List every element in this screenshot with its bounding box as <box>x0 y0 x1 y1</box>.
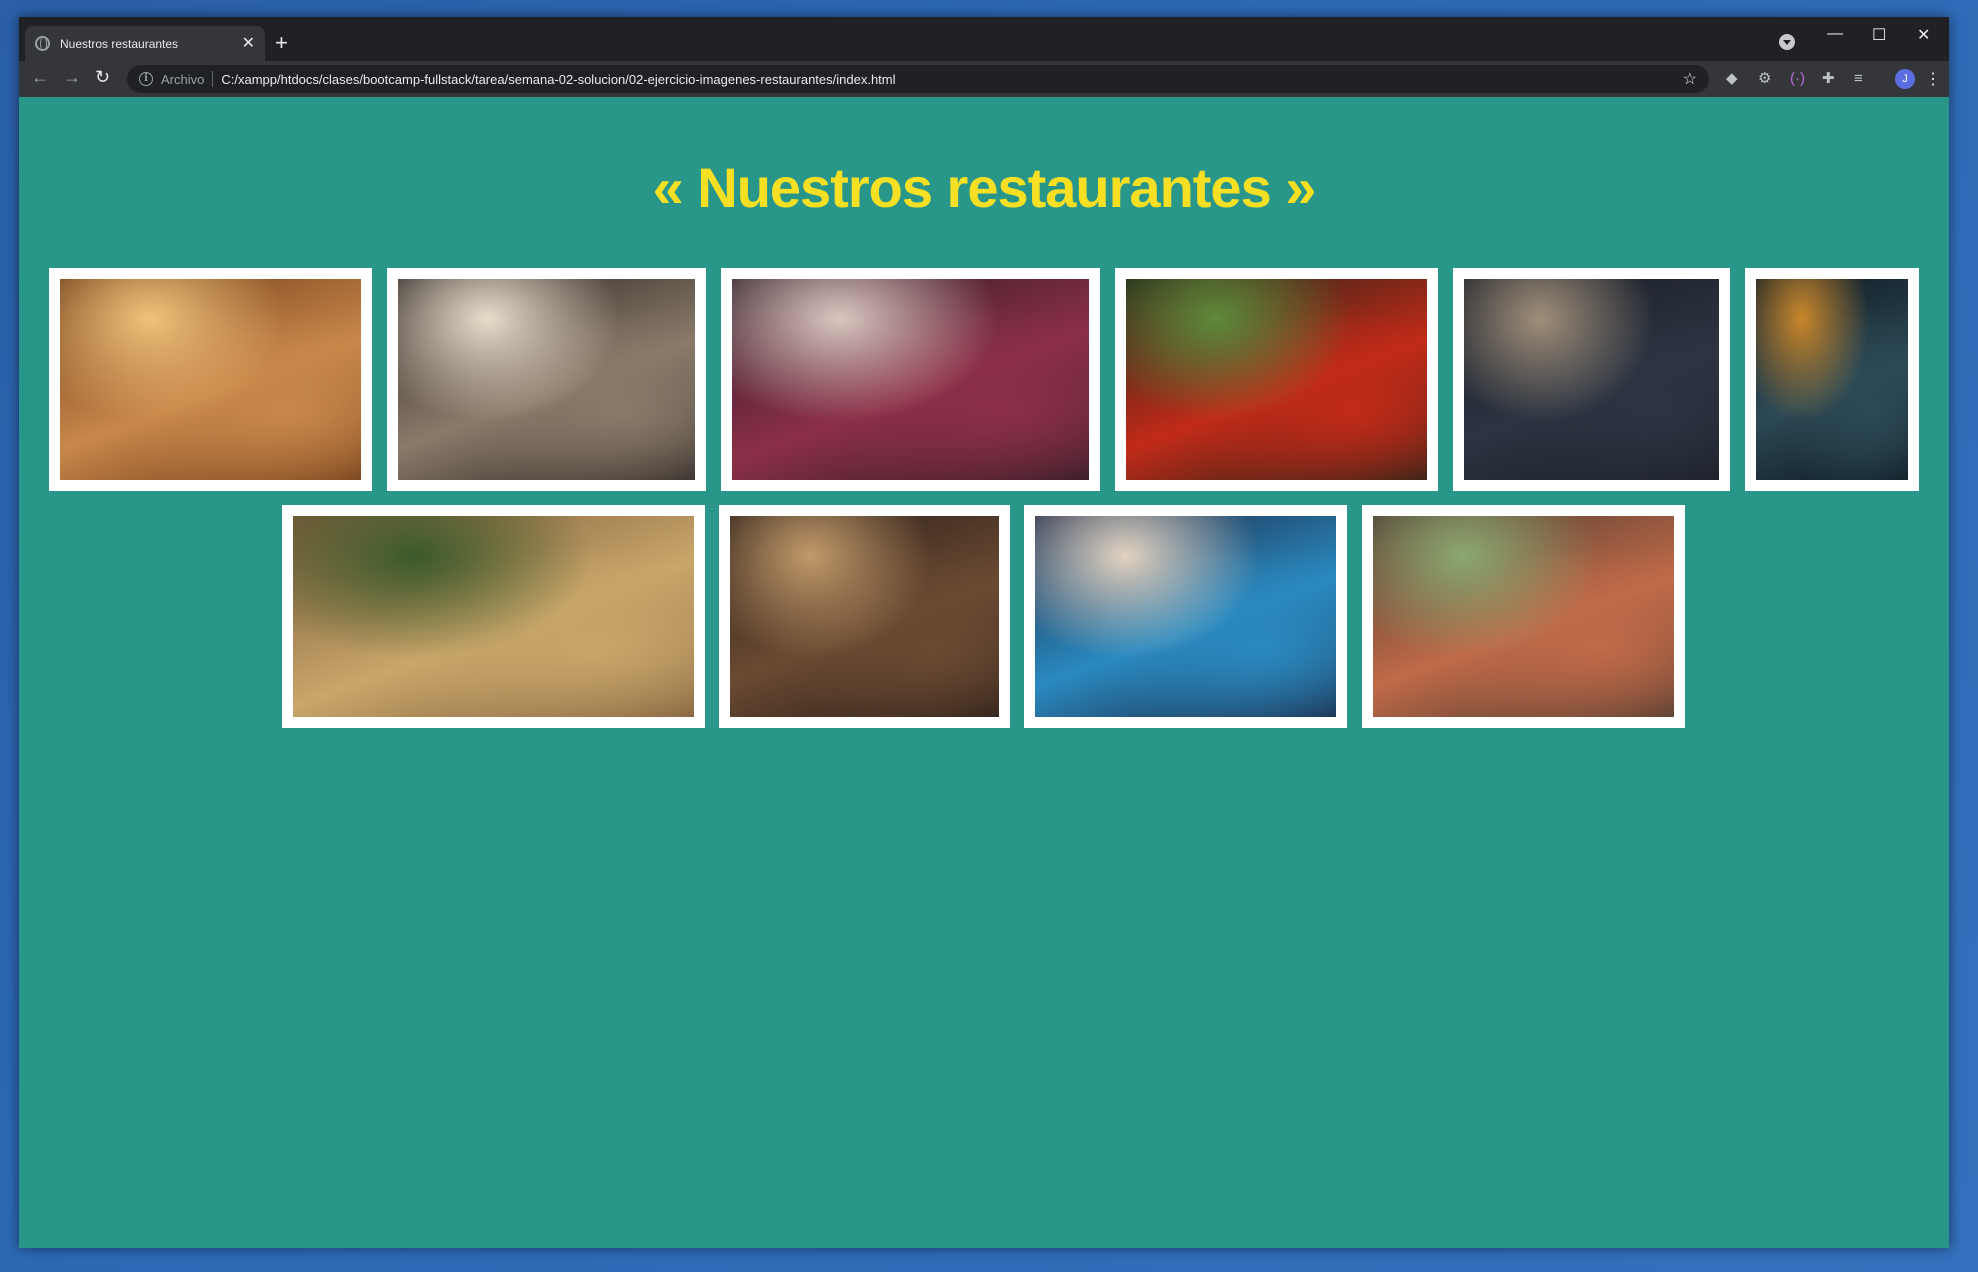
new-tab-button[interactable]: + <box>275 32 288 54</box>
tab-search-icon[interactable] <box>1779 34 1795 50</box>
gallery-item <box>1362 505 1685 728</box>
tab-active[interactable]: Nuestros restaurantes ✕ <box>25 26 265 61</box>
restaurant-photo-3 <box>732 279 1089 480</box>
close-window-button[interactable]: ✕ <box>1917 25 1930 45</box>
browser-toolbar: ← → ↻ i Archivo C:/xampp/htdocs/clases/b… <box>19 61 1949 97</box>
restaurant-photo-7 <box>293 516 694 717</box>
gallery-item <box>49 268 372 491</box>
page-title: « Nuestros restaurantes » <box>652 156 1317 219</box>
restaurant-photo-8 <box>730 516 999 717</box>
bookmark-star-icon[interactable]: ☆ <box>1683 69 1697 89</box>
globe-icon <box>35 36 50 51</box>
restaurant-photo-5 <box>1464 279 1719 480</box>
gallery-item <box>282 505 705 728</box>
gallery-item <box>1745 268 1919 491</box>
restaurant-photo-4 <box>1126 279 1427 480</box>
tab-close-icon[interactable]: ✕ <box>242 35 255 52</box>
url-text[interactable]: C:/xampp/htdocs/clases/bootcamp-fullstac… <box>221 72 1674 87</box>
back-icon[interactable]: ← <box>31 67 49 87</box>
menu-icon[interactable]: ⋮ <box>1925 69 1941 89</box>
restaurant-photo-2 <box>398 279 695 480</box>
tab-bar: Nuestros restaurantes ✕ + — ☐ ✕ <box>19 17 1949 61</box>
gallery-item <box>721 268 1100 491</box>
extension-icon-1[interactable]: ◆ <box>1726 70 1738 88</box>
gallery-item <box>719 505 1010 728</box>
maximize-button[interactable]: ☐ <box>1872 25 1886 45</box>
page-viewport: « Nuestros restaurantes » <box>19 97 1949 1248</box>
gallery-item <box>1453 268 1730 491</box>
site-info-label[interactable]: Archivo <box>161 72 204 87</box>
divider <box>212 71 214 87</box>
forward-icon[interactable]: → <box>63 67 81 87</box>
tab-title: Nuestros restaurantes <box>60 36 179 51</box>
extension-icon-3[interactable]: (·) <box>1790 70 1805 88</box>
avatar[interactable]: J <box>1895 69 1915 89</box>
gallery-item <box>387 268 706 491</box>
info-icon[interactable]: i <box>139 72 153 86</box>
extension-icon-2[interactable]: ⚙ <box>1758 70 1771 88</box>
restaurant-photo-6 <box>1756 279 1908 480</box>
reload-icon[interactable]: ↻ <box>95 67 110 87</box>
address-bar[interactable]: i Archivo C:/xampp/htdocs/clases/bootcam… <box>127 65 1709 93</box>
browser-window: Nuestros restaurantes ✕ + — ☐ ✕ ← → ↻ i … <box>19 17 1949 1248</box>
restaurant-photo-9 <box>1035 516 1336 717</box>
minimize-button[interactable]: — <box>1827 25 1843 43</box>
gallery-item <box>1024 505 1347 728</box>
puzzle-icon[interactable]: ✚ <box>1822 70 1835 88</box>
restaurant-photo-1 <box>60 279 361 480</box>
restaurant-photo-10 <box>1373 516 1674 717</box>
gallery-item <box>1115 268 1438 491</box>
media-queue-icon[interactable]: ≡ <box>1854 70 1863 88</box>
